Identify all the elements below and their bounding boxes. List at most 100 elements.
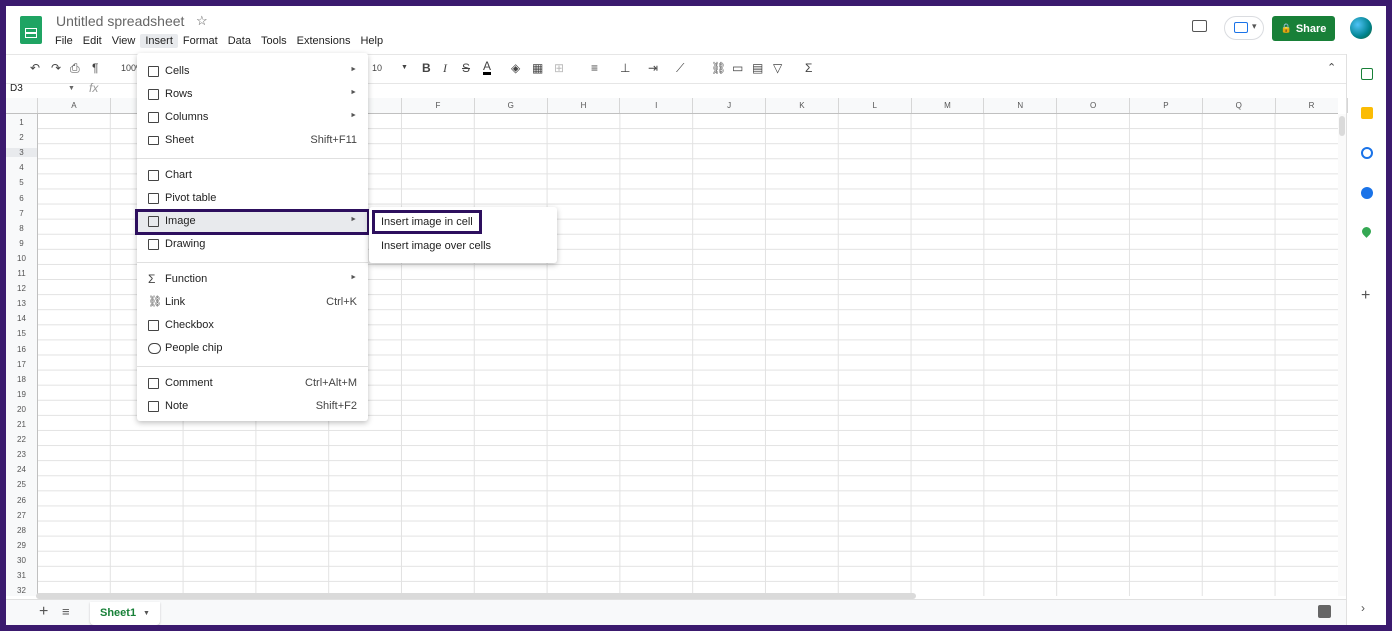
text-color-icon[interactable]: A xyxy=(483,60,492,75)
column-header-g[interactable]: G xyxy=(475,98,548,113)
insert-chart-icon[interactable]: ▤ xyxy=(752,61,763,75)
vertical-align-icon[interactable]: ⊥ xyxy=(620,61,630,75)
print-icon[interactable]: ⎙ xyxy=(70,61,80,76)
add-on-plus-icon[interactable]: + xyxy=(1361,288,1373,304)
name-box[interactable]: D3 xyxy=(10,83,23,94)
comment-history-icon[interactable] xyxy=(1192,20,1207,32)
star-icon[interactable]: ☆ xyxy=(196,13,208,29)
menu-file[interactable]: File xyxy=(50,34,78,48)
font-size-chevron-icon[interactable]: ▼ xyxy=(401,64,408,71)
align-left-icon[interactable]: ≡ xyxy=(591,61,598,75)
insert-menu-drawing[interactable]: Drawing xyxy=(137,234,368,256)
insert-menu-pivot-table[interactable]: Pivot table xyxy=(137,188,368,210)
keep-icon[interactable] xyxy=(1361,107,1373,119)
vertical-scrollbar[interactable] xyxy=(1338,114,1346,596)
sheet-tab-chevron-icon[interactable]: ▼ xyxy=(143,610,150,617)
row-header-22[interactable]: 22 xyxy=(6,435,37,444)
row-header-15[interactable]: 15 xyxy=(6,329,37,338)
row-header-6[interactable]: 6 xyxy=(6,194,37,203)
row-header-32[interactable]: 32 xyxy=(6,586,37,595)
contacts-icon[interactable] xyxy=(1361,187,1373,199)
add-sheet-icon[interactable]: + xyxy=(39,603,48,621)
column-header-n[interactable]: N xyxy=(984,98,1058,113)
menu-insert[interactable]: Insert xyxy=(140,34,178,48)
document-title[interactable]: Untitled spreadsheet xyxy=(56,13,184,29)
redo-icon[interactable]: ↷ xyxy=(51,61,61,75)
column-header-r[interactable]: R xyxy=(1276,98,1349,113)
side-panel-expand-icon[interactable]: › xyxy=(1361,601,1373,615)
row-header-26[interactable]: 26 xyxy=(6,496,37,505)
tasks-icon[interactable] xyxy=(1361,147,1373,159)
insert-menu-columns[interactable]: Columns ► xyxy=(137,107,368,129)
fill-color-icon[interactable]: ◈ xyxy=(511,61,520,75)
explore-icon[interactable] xyxy=(1318,605,1331,618)
italic-icon[interactable]: I xyxy=(443,61,447,76)
column-header-j[interactable]: J xyxy=(693,98,766,113)
borders-icon[interactable]: ▦ xyxy=(532,61,543,75)
row-header-30[interactable]: 30 xyxy=(6,556,37,565)
row-header-27[interactable]: 27 xyxy=(6,511,37,520)
menu-edit[interactable]: Edit xyxy=(78,34,107,48)
row-header-16[interactable]: 16 xyxy=(6,345,37,354)
insert-menu-chart[interactable]: Chart xyxy=(137,165,368,187)
insert-menu-people-chip[interactable]: People chip xyxy=(137,338,368,360)
row-header-4[interactable]: 4 xyxy=(6,163,37,172)
insert-menu-sheet[interactable]: Sheet Shift+F11 xyxy=(137,130,368,152)
present-button[interactable]: ▾ xyxy=(1224,16,1264,40)
menu-format[interactable]: Format xyxy=(178,34,223,48)
insert-menu-link[interactable]: ⛓ Link Ctrl+K xyxy=(137,292,368,314)
insert-link-icon[interactable]: ⛓ xyxy=(711,61,726,75)
insert-image-over-cells[interactable]: Insert image over cells xyxy=(374,236,552,256)
column-header-p[interactable]: P xyxy=(1130,98,1203,113)
row-header-25[interactable]: 25 xyxy=(6,480,37,489)
row-header-31[interactable]: 31 xyxy=(6,571,37,580)
column-header-f[interactable]: F xyxy=(402,98,475,113)
row-header-21[interactable]: 21 xyxy=(6,420,37,429)
font-size-input[interactable]: 10 xyxy=(372,63,382,73)
insert-menu-cells[interactable]: Cells ► xyxy=(137,61,368,83)
avatar[interactable] xyxy=(1350,17,1372,39)
row-header-14[interactable]: 14 xyxy=(6,314,37,323)
insert-comment-icon[interactable]: ▭ xyxy=(732,61,743,75)
sheet-tab[interactable]: Sheet1 ▼ xyxy=(90,602,160,625)
merge-cells-icon[interactable]: ⊞ xyxy=(554,61,564,75)
all-sheets-icon[interactable]: ≡ xyxy=(62,604,70,619)
undo-icon[interactable]: ↶ xyxy=(30,61,40,75)
column-header-q[interactable]: Q xyxy=(1203,98,1276,113)
functions-icon[interactable]: Σ xyxy=(805,61,812,75)
column-header-i[interactable]: I xyxy=(620,98,694,113)
row-header-19[interactable]: 19 xyxy=(6,390,37,399)
select-all-corner[interactable] xyxy=(6,98,38,113)
row-header-8[interactable]: 8 xyxy=(6,224,37,233)
menu-tools[interactable]: Tools xyxy=(256,34,292,48)
row-header-24[interactable]: 24 xyxy=(6,465,37,474)
column-header-k[interactable]: K xyxy=(766,98,839,113)
collapse-toolbar-icon[interactable]: ⌃ xyxy=(1327,61,1336,74)
name-box-chevron-icon[interactable]: ▼ xyxy=(68,85,75,92)
text-wrap-icon[interactable]: ⇥ xyxy=(648,61,658,75)
menu-extensions[interactable]: Extensions xyxy=(292,34,356,48)
insert-menu-checkbox[interactable]: Checkbox xyxy=(137,315,368,337)
row-header-28[interactable]: 28 xyxy=(6,526,37,535)
share-button[interactable]: 🔒 Share xyxy=(1272,16,1335,41)
text-rotation-icon[interactable]: ⟋ xyxy=(676,61,684,76)
menu-view[interactable]: View xyxy=(107,34,141,48)
insert-image-in-cell[interactable]: Insert image in cell xyxy=(372,210,482,234)
insert-menu-image[interactable]: Image ► xyxy=(135,209,370,235)
paint-format-icon[interactable]: ¶ xyxy=(92,61,98,75)
insert-menu-comment[interactable]: Comment Ctrl+Alt+M xyxy=(137,373,368,395)
menu-data[interactable]: Data xyxy=(223,34,256,48)
row-header-18[interactable]: 18 xyxy=(6,375,37,384)
menu-help[interactable]: Help xyxy=(355,34,388,48)
row-header-5[interactable]: 5 xyxy=(6,178,37,187)
row-header-20[interactable]: 20 xyxy=(6,405,37,414)
column-header-a[interactable]: A xyxy=(38,98,111,113)
column-header-m[interactable]: M xyxy=(912,98,985,113)
row-header-3[interactable]: 3 xyxy=(6,148,37,158)
column-header-h[interactable]: H xyxy=(548,98,621,113)
row-header-12[interactable]: 12 xyxy=(6,284,37,293)
row-header-10[interactable]: 10 xyxy=(6,254,37,263)
row-header-11[interactable]: 11 xyxy=(6,269,37,278)
row-header-17[interactable]: 17 xyxy=(6,360,37,369)
maps-icon[interactable] xyxy=(1360,225,1373,238)
